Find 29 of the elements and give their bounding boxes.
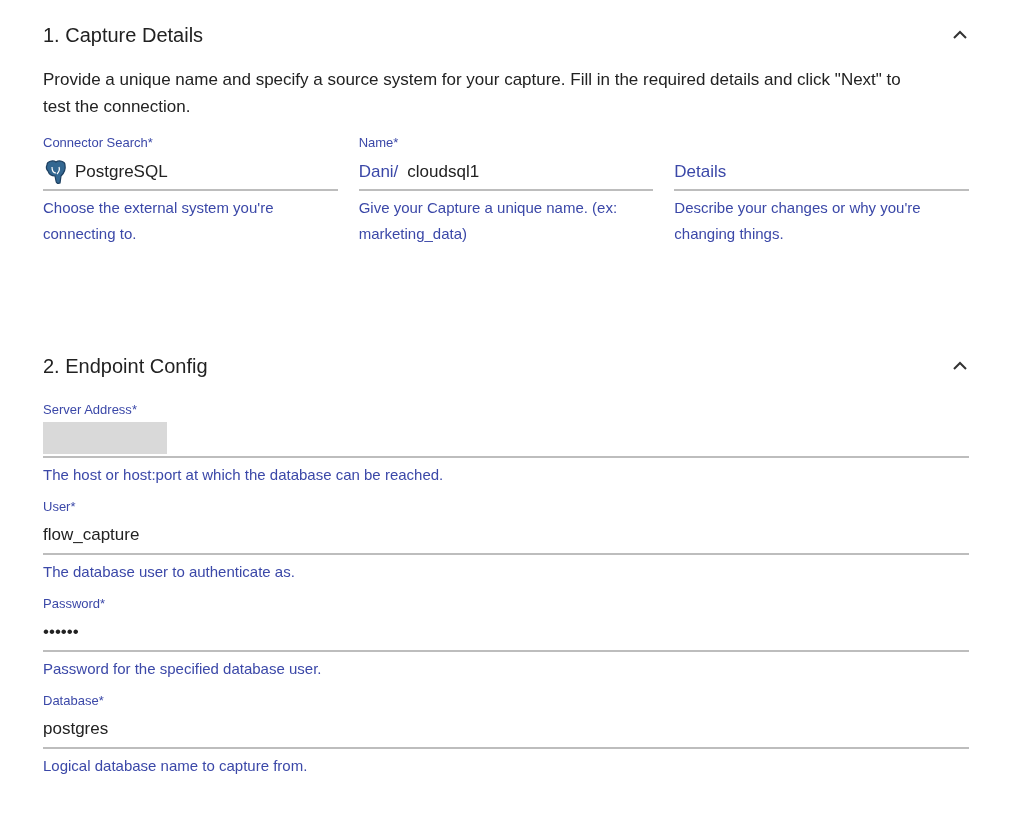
- helper-text: The database user to authenticate as.: [43, 562, 296, 582]
- field-label: User*: [43, 498, 77, 515]
- input-field[interactable]: postgres: [43, 711, 969, 749]
- helper-text: Describe your changes or why you're changing things.: [674, 198, 922, 244]
- details-field[interactable]: Details: [674, 155, 969, 191]
- field-label: Connector Search*: [43, 134, 154, 151]
- field-label: Name*: [358, 134, 400, 151]
- name-value: cloudsql1: [407, 161, 480, 184]
- helper-text: Logical database name to capture from.: [43, 756, 309, 776]
- password-value: ••••••: [43, 621, 79, 644]
- input-field[interactable]: flow_capture: [43, 517, 969, 555]
- connector-field[interactable]: PostgreSQL: [43, 155, 338, 191]
- section-title: 2. Endpoint Config: [43, 354, 208, 379]
- field-value: flow_capture: [43, 524, 140, 547]
- helper-text: The host or host:port at which the database can be reached.: [43, 465, 445, 485]
- helper-text: Choose the external system you're connecting to.: [43, 198, 275, 244]
- helper-text: Password for the specified database user.: [43, 659, 323, 679]
- field-label: Password*: [43, 595, 107, 612]
- field-label: Database*: [43, 692, 105, 709]
- input-field[interactable]: ••••••: [43, 614, 969, 652]
- section-title: 1. Capture Details: [43, 23, 204, 48]
- elephant-icon: [43, 159, 69, 185]
- helper-text: Give your Capture a unique name. (ex: marketing_data): [358, 198, 619, 244]
- field-label: Server Address*: [43, 401, 138, 418]
- name-field[interactable]: Dani/ cloudsql1: [358, 155, 654, 191]
- field-value: postgres: [43, 718, 109, 741]
- section-description: Provide a unique name and specify a source system for your capture. Fill in the required details and click "Next" to test the connection.: [43, 69, 902, 118]
- input-field[interactable]: [43, 420, 969, 458]
- name-prefix: Dani/: [358, 161, 399, 184]
